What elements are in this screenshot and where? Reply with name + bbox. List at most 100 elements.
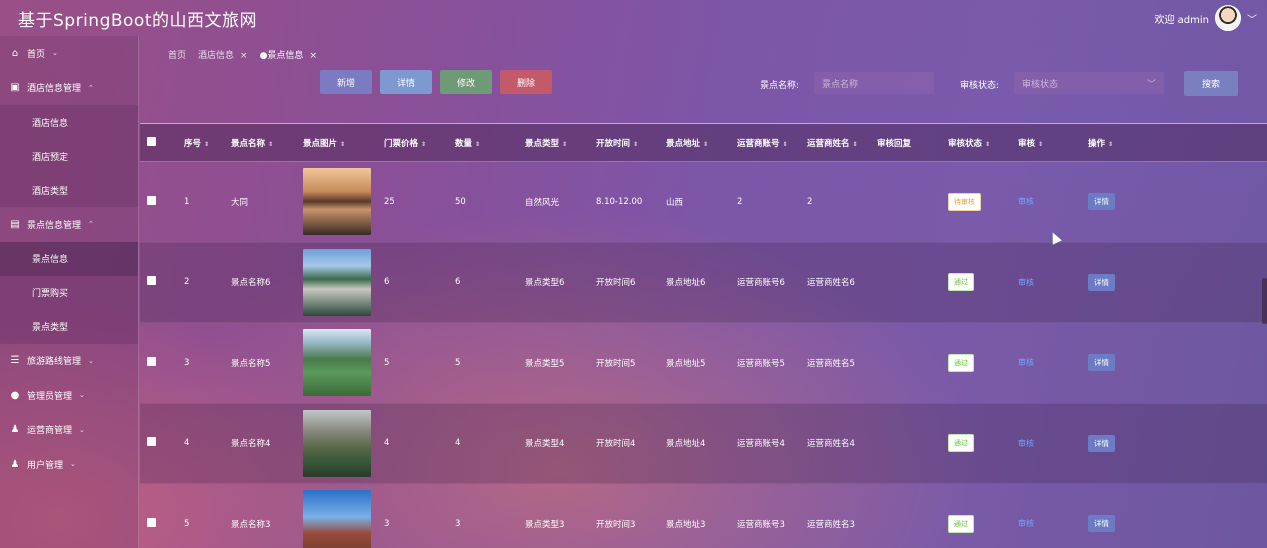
sort-icon[interactable]: ⇕	[1038, 141, 1043, 148]
sidebar-item-1[interactable]: ▣ 酒店信息管理 ⌃	[0, 71, 138, 106]
sidebar-item-6[interactable]: ♟ 用户管理 ⌄	[0, 447, 138, 482]
cell-price: 4	[384, 438, 390, 449]
edit-button[interactable]: 修改	[440, 70, 492, 94]
chevron-down-icon: ⌄	[79, 391, 85, 400]
column-header[interactable]: 操作 ⇕	[1088, 124, 1237, 162]
row-checkbox[interactable]	[147, 517, 156, 527]
column-header[interactable]: 景点地址 ⇕	[666, 124, 737, 162]
sort-icon[interactable]: ⇕	[633, 141, 638, 148]
table-row[interactable]: 1 大同 25 50 自然风光 8.10-12.00 山西 2 2 待审核 审核 详情	[140, 162, 1267, 242]
column-header[interactable]: 门票价格 ⇕	[384, 124, 455, 162]
chevron-down-icon: ⌄	[52, 49, 58, 58]
cell-name: 景点名称4	[231, 439, 271, 450]
row-detail-button[interactable]: 详情	[1088, 273, 1115, 291]
column-header[interactable]: 数量 ⇕	[455, 124, 525, 162]
cell-acct: 运营商账号3	[737, 519, 785, 530]
name-search-input[interactable]: 景点名称	[814, 72, 934, 94]
audit-link[interactable]: 审核	[1018, 197, 1034, 206]
chevron-down-icon[interactable]: ﹀	[1247, 11, 1257, 26]
select-all-checkbox[interactable]	[147, 136, 156, 146]
delete-button[interactable]: 删除	[500, 70, 552, 94]
table-row[interactable]: 4 景点名称4 4 4 景点类型4 开放时间4 景点地址4 运营商账号4 运营商姓名4 通过 审核 详…	[140, 403, 1267, 484]
breadcrumb-tabs: 首页 酒店信息 × ●景点信息 ×	[168, 48, 317, 61]
column-header[interactable]: 运营商姓名 ⇕	[807, 124, 877, 162]
column-header[interactable]: 审核回复	[877, 124, 948, 162]
sidebar-subitem[interactable]: 酒店预定	[0, 139, 138, 173]
avatar[interactable]	[1215, 5, 1241, 31]
scrollbar[interactable]	[1262, 278, 1267, 324]
status-badge: 待审核	[948, 192, 981, 211]
user-menu[interactable]: 欢迎 admin ﹀	[1154, 5, 1257, 31]
sort-icon[interactable]: ⇕	[204, 141, 209, 148]
sidebar-subitem[interactable]: 门票购买	[0, 275, 138, 310]
column-header[interactable]: 景点类型 ⇕	[525, 124, 596, 162]
sidebar-item-2[interactable]: ▤ 景点信息管理 ⌃	[0, 207, 138, 242]
sidebar-subitem[interactable]: 酒店信息	[0, 105, 138, 139]
column-header[interactable]: 审核 ⇕	[1018, 124, 1088, 162]
sidebar-subitem[interactable]: 景点类型	[0, 309, 138, 344]
sort-icon[interactable]: ⇕	[421, 141, 426, 148]
scenic-image	[303, 490, 371, 548]
sidebar-item-5[interactable]: ♟ 运营商管理 ⌄	[0, 413, 138, 448]
audit-link[interactable]: 审核	[1018, 519, 1034, 528]
sidebar-subitem[interactable]: 景点信息	[0, 241, 138, 276]
row-checkbox[interactable]	[147, 356, 156, 366]
cell-time: 开放时间4	[596, 439, 636, 450]
row-detail-button[interactable]: 详情	[1088, 193, 1115, 211]
sort-icon[interactable]: ⇕	[703, 141, 708, 148]
audit-link[interactable]: 审核	[1018, 439, 1034, 448]
close-icon[interactable]: ×	[240, 51, 248, 61]
row-detail-button[interactable]: 详情	[1088, 434, 1115, 452]
audit-link[interactable]: 审核	[1018, 358, 1034, 367]
row-checkbox[interactable]	[147, 195, 156, 205]
row-detail-button[interactable]: 详情	[1088, 354, 1115, 372]
cell-qty: 3	[455, 518, 461, 529]
cell-acct: 运营商账号4	[737, 439, 785, 450]
sidebar-item-3[interactable]: ☰ 旅游路线管理 ⌄	[0, 344, 138, 379]
column-header[interactable]: 审核状态 ⇕	[948, 124, 1018, 162]
table-row[interactable]: 3 景点名称5 5 5 景点类型5 开放时间5 景点地址5 运营商账号5 运营商姓名5 通过 审核 详…	[140, 323, 1267, 403]
row-checkbox[interactable]	[147, 276, 156, 286]
sort-icon[interactable]: ⇕	[985, 141, 990, 148]
row-detail-button[interactable]: 详情	[1088, 515, 1115, 533]
sidebar-item-label: 管理员管理	[27, 391, 73, 402]
search-button[interactable]: 搜索	[1184, 71, 1238, 96]
sidebar-subitem[interactable]: 酒店类型	[0, 173, 138, 207]
cell-reply	[877, 242, 948, 323]
sort-icon[interactable]: ⇕	[268, 141, 273, 148]
column-header[interactable]: 开放时间 ⇕	[596, 124, 666, 162]
tab-hotel-info[interactable]: 酒店信息 ×	[198, 48, 248, 61]
detail-button[interactable]: 详情	[380, 70, 432, 94]
audit-link[interactable]: 审核	[1018, 278, 1034, 287]
column-header[interactable]: 运营商账号 ⇕	[737, 124, 807, 162]
cell-price: 3	[384, 518, 390, 529]
column-header[interactable]: 景点图片 ⇕	[303, 124, 384, 162]
sidebar-item-4[interactable]: ● 管理员管理 ⌄	[0, 378, 138, 413]
column-header-label: 开放时间	[596, 138, 631, 149]
add-button[interactable]: 新增	[320, 70, 372, 94]
status-select[interactable]: 审核状态 ﹀	[1014, 72, 1164, 94]
sort-icon[interactable]: ⇕	[853, 141, 858, 148]
sort-icon[interactable]: ⇕	[340, 141, 345, 148]
tab-scenic-info[interactable]: ●景点信息 ×	[260, 48, 317, 61]
column-header[interactable]: 景点名称 ⇕	[231, 124, 303, 162]
cell-name: 景点名称3	[231, 519, 271, 530]
tab-home[interactable]: 首页	[168, 48, 186, 61]
sidebar-item-0[interactable]: ⌂ 首页 ⌄	[0, 36, 138, 71]
cell-name: 景点名称6	[231, 278, 271, 289]
sort-icon[interactable]: ⇕	[1108, 141, 1113, 148]
row-checkbox[interactable]	[147, 437, 156, 447]
sort-icon[interactable]: ⇕	[475, 141, 480, 148]
table-row[interactable]: 2 景点名称6 6 6 景点类型6 开放时间6 景点地址6 运营商账号6 运营商姓名6 通过 审核 详…	[140, 242, 1267, 323]
scenic-image	[303, 409, 371, 477]
sidebar-item-label: 首页	[27, 49, 46, 60]
sort-icon[interactable]: ⇕	[562, 141, 567, 148]
status-badge: 通过	[948, 514, 974, 533]
sort-icon[interactable]: ⇕	[783, 141, 788, 148]
close-icon[interactable]: ×	[309, 51, 317, 61]
sidebar-item-label: 旅游路线管理	[27, 357, 82, 368]
cell-price: 6	[384, 277, 390, 288]
cell-qty: 4	[455, 438, 461, 449]
column-header[interactable]: 序号 ⇕	[184, 124, 231, 162]
table-row[interactable]: 5 景点名称3 3 3 景点类型3 开放时间3 景点地址3 运营商账号3 运营商姓名3 通过 审核 详…	[140, 484, 1267, 548]
